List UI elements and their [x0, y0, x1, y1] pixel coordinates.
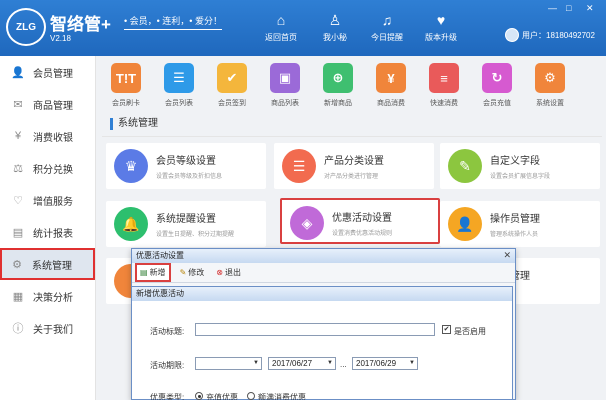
- quick-goods-list[interactable]: ▣ 商品列表: [261, 63, 309, 108]
- avatar: [505, 28, 519, 42]
- add-button[interactable]: ▤ 新增: [135, 263, 171, 282]
- quick-member-checkin[interactable]: ✔ 会员签到: [208, 63, 256, 108]
- sidebar-item-cashier[interactable]: ¥ 消费收银: [0, 120, 95, 152]
- nav-assistant[interactable]: ♙ 我小秘: [310, 0, 360, 56]
- person-icon: ♙: [328, 12, 342, 28]
- exit-button[interactable]: ⊗ 退出: [213, 265, 244, 280]
- nav-reminders[interactable]: ♫ 今日提醒: [362, 0, 412, 56]
- goods-list-icon: ▣: [270, 63, 300, 93]
- card-system-reminder[interactable]: 🔔 系统提醒设置 设置生日提醒、积分过期提醒: [106, 201, 266, 247]
- type-option-recharge: 充值优惠: [206, 393, 238, 400]
- operator-icon: 👤: [448, 207, 482, 241]
- add-goods-icon: ⊕: [323, 63, 353, 93]
- settings-icon: ⚙: [535, 63, 565, 93]
- sidebar-item-goods[interactable]: ✉ 商品管理: [0, 88, 95, 120]
- enable-checkbox[interactable]: ✔: [442, 325, 451, 334]
- quick-system-settings[interactable]: ⚙ 系统设置: [526, 63, 574, 108]
- consume-icon: ¥: [376, 63, 406, 93]
- quick-member-card[interactable]: T!T 会员刷卡: [102, 63, 150, 108]
- checkin-icon: ✔: [217, 63, 247, 93]
- name-input[interactable]: [195, 323, 435, 336]
- exit-icon: ⊗: [216, 268, 223, 277]
- list-icon: ☰: [164, 63, 194, 93]
- edit-button[interactable]: ✎ 修改: [177, 265, 208, 280]
- sidebar-item-reports[interactable]: ▤ 统计报表: [0, 216, 95, 248]
- card-member-level[interactable]: ♛ 会员等级设置 设置会员等级及折扣信息: [106, 143, 266, 189]
- sidebar-item-analysis[interactable]: ▦ 决策分析: [0, 280, 95, 312]
- quick-member-list[interactable]: ☰ 会员列表: [155, 63, 203, 108]
- card-custom-field[interactable]: ✎ 自定义字段 设置会员扩展信息字段: [440, 143, 600, 189]
- type-radio-recharge[interactable]: [195, 392, 203, 400]
- date-separator: ...: [340, 360, 347, 369]
- goods-icon: ✉: [13, 98, 23, 111]
- tag-icon: ◈: [290, 206, 324, 240]
- app-logo: ZLG: [6, 8, 46, 46]
- name-label: 活动标题:: [150, 327, 185, 336]
- sidebar-item-system[interactable]: ⚙ 系统管理: [0, 248, 95, 280]
- bell-icon: ♫: [381, 12, 393, 28]
- quick-fast-consume[interactable]: ≡ 快速消费: [420, 63, 468, 108]
- type-label: 优惠类型:: [150, 393, 185, 400]
- edit-icon: ✎: [179, 268, 187, 277]
- card-promotion-settings[interactable]: ◈ 优惠活动设置 设置消费优惠活动规则: [280, 198, 440, 244]
- points-icon: ⚖: [13, 162, 23, 175]
- quick-icon-row: T!T 会员刷卡 ☰ 会员列表 ✔ 会员签到 ▣ 商品列表 ⊕ 新增商品 ¥ 商品消费 ≡ 快…: [102, 60, 602, 114]
- recharge-icon: ↻: [482, 63, 512, 93]
- add-icon: ▤: [140, 268, 148, 277]
- member-icon: 👤: [11, 66, 25, 79]
- sidebar-item-about[interactable]: ⓘ 关于我们: [0, 312, 95, 344]
- type-radio-consume[interactable]: [247, 392, 255, 400]
- info-icon: ⓘ: [12, 323, 24, 335]
- dialog-toolbar: ▤ 新增 ✎ 修改 ⊗ 退出: [132, 263, 515, 283]
- bell-icon: 🔔: [114, 207, 148, 241]
- home-icon: ⌂: [276, 12, 286, 28]
- upgrade-icon: ♥: [436, 12, 446, 28]
- close-icon[interactable]: ✕: [586, 3, 594, 14]
- sidebar-item-member[interactable]: 👤 会员管理: [0, 56, 95, 88]
- card-product-category[interactable]: ☰ 产品分类设置 对产品分类进行管理: [274, 143, 434, 189]
- quick-member-recharge[interactable]: ↻ 会员充值: [473, 63, 521, 108]
- add-promotion-dialog: 新增优惠活动 活动标题: ✔ 是否启用 活动期限: 2017/06/27 ...…: [131, 286, 513, 400]
- quick-goods-consume[interactable]: ¥ 商品消费: [367, 63, 415, 108]
- member-card-icon: T!T: [111, 63, 141, 93]
- user-info[interactable]: 用户：18180492702: [505, 28, 595, 42]
- slogan: • 会员，• 连利，• 爱分！: [124, 14, 222, 30]
- cashier-icon: ¥: [14, 130, 22, 142]
- nav-upgrade[interactable]: ♥ 版本升级: [416, 0, 466, 56]
- pen-icon: ✎: [448, 149, 482, 183]
- card-operator-management[interactable]: 👤 操作员管理 管理系统操作人员: [440, 201, 600, 247]
- analysis-icon: ▦: [12, 290, 24, 303]
- enable-label: 是否启用: [454, 327, 486, 336]
- quick-add-goods[interactable]: ⊕ 新增商品: [314, 63, 362, 108]
- top-header: ZLG 智络管+ V2.18 • 会员，• 连利，• 爱分！ ⌂ 返回首页 ♙ …: [0, 0, 606, 56]
- close-icon[interactable]: ✕: [503, 250, 511, 261]
- category-icon: ☰: [282, 149, 316, 183]
- date-type-select[interactable]: [195, 357, 262, 370]
- app-version: V2.18: [50, 34, 71, 43]
- nav-home[interactable]: ⌂ 返回首页: [256, 0, 306, 56]
- maximize-icon[interactable]: □: [566, 3, 571, 13]
- fast-consume-icon: ≡: [429, 63, 459, 93]
- date-label: 活动期限:: [150, 361, 185, 370]
- crown-icon: ♛: [114, 149, 148, 183]
- end-date-picker[interactable]: 2017/06/29: [352, 357, 418, 370]
- minimize-icon[interactable]: —: [548, 3, 557, 13]
- section-divider: [102, 136, 602, 137]
- report-icon: ▤: [12, 226, 24, 239]
- sidebar-item-value-added[interactable]: ♡ 增值服务: [0, 184, 95, 216]
- brand-name: 智络管+: [50, 15, 111, 34]
- heart-icon: ♡: [13, 194, 23, 207]
- section-title: 系统管理: [110, 118, 158, 130]
- dialog-title: 新增优惠活动: [132, 287, 512, 301]
- type-option-consume: 额满消费优惠: [258, 393, 306, 400]
- sidebar-item-points[interactable]: ⚖ 积分兑换: [0, 152, 95, 184]
- dialog-title: 优惠活动设置: [132, 249, 515, 263]
- gear-icon: ⚙: [12, 258, 22, 271]
- sidebar: 👤 会员管理 ✉ 商品管理 ¥ 消费收银 ⚖ 积分兑换 ♡ 增值服务 ▤ 统计报表 ⚙ 系统管…: [0, 56, 96, 400]
- start-date-picker[interactable]: 2017/06/27: [268, 357, 336, 370]
